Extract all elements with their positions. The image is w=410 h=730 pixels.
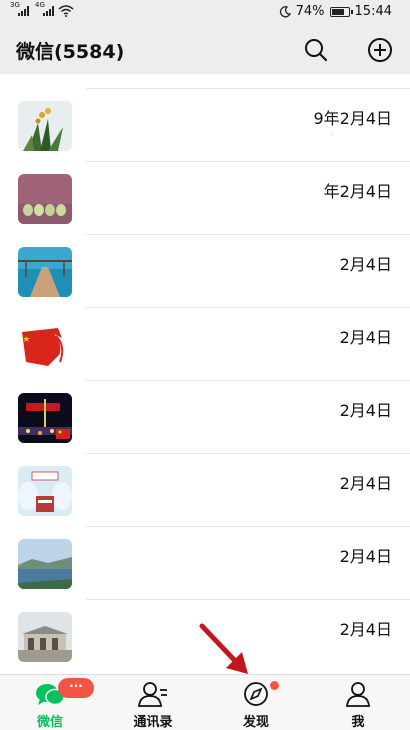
page-title: 微信(5584) [16,41,125,63]
tab-contacts[interactable]: 通讯录 [103,675,203,730]
tab-label: 我 [351,715,365,730]
avatar[interactable] [18,539,72,589]
message-preview: . [330,127,334,138]
add-circle-icon[interactable] [366,36,394,64]
status-bar: 3G 4G 74% 15:44 [0,0,410,26]
signal-icon-2: 4G [35,1,54,16]
chat-list[interactable]: 9年2月4日 . 年2月4日 2月4日 2月4日 2月4日 2月4日 2月4日 … [0,74,410,674]
search-icon[interactable] [302,36,330,64]
avatar[interactable] [18,101,72,151]
timestamp: 2月4日 [339,328,392,347]
title-bar: 微信(5584) [0,26,410,74]
timestamp: 2月4日 [339,620,392,639]
tab-chats[interactable]: ··· 微信 [0,675,100,730]
contacts-icon [138,682,167,707]
avatar[interactable] [18,247,72,297]
timestamp: 2月4日 [339,401,392,420]
timestamp: 年2月4日 [323,182,392,201]
chat-item[interactable]: 2月4日 [0,235,410,308]
person-icon [346,682,370,707]
chat-item[interactable]: 2月4日 [0,600,410,673]
timestamp: 2月4日 [339,255,392,274]
avatar[interactable] [18,612,72,662]
chat-item[interactable]: 2月4日 [0,308,410,381]
battery-percent: 74% [295,4,325,19]
avatar[interactable] [18,466,72,516]
tab-me[interactable]: 我 [308,675,408,730]
status-right: 74% 15:44 [279,4,392,19]
status-left: 3G 4G [10,1,74,17]
timestamp: 2月4日 [339,547,392,566]
unread-badge: ··· [58,678,94,698]
chat-item[interactable]: 9年2月4日 . [0,89,410,162]
compass-icon [244,682,268,706]
tab-label: 微信 [36,715,63,730]
clock: 15:44 [354,4,392,19]
notification-dot [270,681,279,690]
avatar[interactable] [18,174,72,224]
tab-label: 通讯录 [133,715,173,730]
moon-icon [279,5,291,17]
avatar[interactable] [18,393,72,443]
tab-discover[interactable]: 发现 [206,675,306,730]
tab-label: 发现 [242,715,269,730]
timestamp: 9年2月4日 [313,109,392,128]
chat-item[interactable]: 2月4日 [0,527,410,600]
wifi-icon [58,5,74,17]
avatar[interactable] [18,320,72,370]
chat-item[interactable]: 年2月4日 [0,162,410,235]
chat-item[interactable]: 2月4日 [0,454,410,527]
signal-icon: 3G [10,1,29,16]
bottom-tab-bar: ··· 微信 通讯录 发现 我 [0,674,410,730]
timestamp: 2月4日 [339,474,392,493]
chat-item[interactable]: 2月4日 [0,381,410,454]
battery-icon [329,6,353,17]
